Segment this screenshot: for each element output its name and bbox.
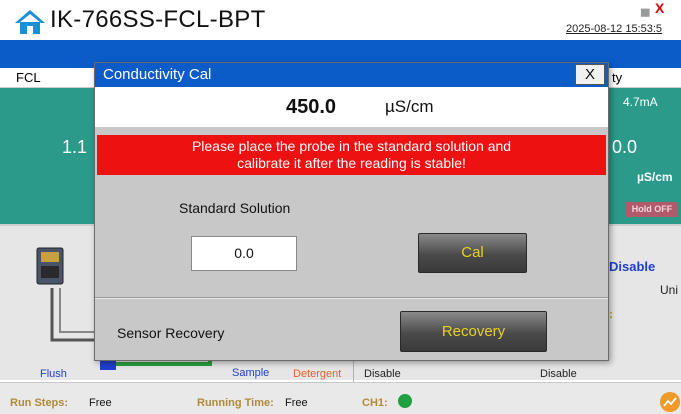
fcl-reading: 1.1 xyxy=(62,137,88,157)
standard-solution-input[interactable]: 0.0 xyxy=(191,236,297,271)
live-reading-row: 450.0 µS/cm xyxy=(95,87,608,127)
detergent-label: Detergent xyxy=(293,368,342,380)
run-steps-label: Run Steps: xyxy=(10,397,69,409)
datetime-display: 2025-08-12 15:53:5 xyxy=(566,23,663,35)
running-time-label: Running Time: xyxy=(197,397,274,409)
alert-line-2: calibrate it after the reading is stable… xyxy=(237,155,466,171)
conductivity-reading: 0.0 xyxy=(612,137,638,157)
current-output: 4.7mA xyxy=(623,95,658,109)
cal-button[interactable]: Cal xyxy=(418,233,527,273)
alert-line-1: Please place the probe in the standard s… xyxy=(191,138,512,154)
recovery-button[interactable]: Recovery xyxy=(400,311,547,352)
live-reading-unit: µS/cm xyxy=(385,97,434,116)
sample-label: Sample xyxy=(232,367,270,379)
live-reading-value: 450.0 xyxy=(286,96,337,118)
disable-status-2: Disable xyxy=(540,368,577,380)
dialog-title: Conductivity Cal xyxy=(103,66,212,83)
minimize-button[interactable]: ▅ xyxy=(641,4,649,17)
disable-status-1: Disable xyxy=(364,368,401,380)
trend-icon[interactable] xyxy=(660,392,680,412)
flush-label: Flush xyxy=(40,368,67,380)
close-app-button[interactable]: X xyxy=(655,0,664,16)
dialog-titlebar: Conductivity Cal X xyxy=(95,63,608,87)
sensor-recovery-label: Sensor Recovery xyxy=(117,325,225,341)
channel-label-fcl: FCL xyxy=(16,70,41,85)
conductivity-cal-dialog: Conductivity Cal X 450.0 µS/cm Please pl… xyxy=(94,62,609,361)
calibration-instruction-alert: Please place the probe in the standard s… xyxy=(97,135,606,175)
app-window: IK-766SS-FCL-BPT ▅ X 2025-08-12 15:53:5 … xyxy=(0,0,681,414)
section-divider xyxy=(95,297,608,299)
analyzer-device-icon xyxy=(36,247,64,285)
home-icon[interactable] xyxy=(14,9,46,35)
app-header: IK-766SS-FCL-BPT ▅ X 2025-08-12 15:53:5 xyxy=(0,0,681,40)
hold-off-badge[interactable]: Hold OFF xyxy=(626,202,678,217)
ch1-status-indicator xyxy=(398,394,412,408)
ch1-label: CH1: xyxy=(362,397,388,409)
standard-solution-label: Standard Solution xyxy=(179,200,291,216)
bg-disable-status: Disable xyxy=(609,259,656,274)
dialog-close-button[interactable]: X xyxy=(575,64,605,85)
bg-colon-text: : xyxy=(609,307,613,321)
running-time-value: Free xyxy=(285,397,308,409)
device-title: IK-766SS-FCL-BPT xyxy=(50,6,266,33)
bg-unit-text: Uni xyxy=(660,283,679,297)
conductivity-unit: µS/cm xyxy=(637,170,673,184)
run-steps-value: Free xyxy=(89,397,112,409)
channel-label-conductivity: ty xyxy=(612,70,623,85)
